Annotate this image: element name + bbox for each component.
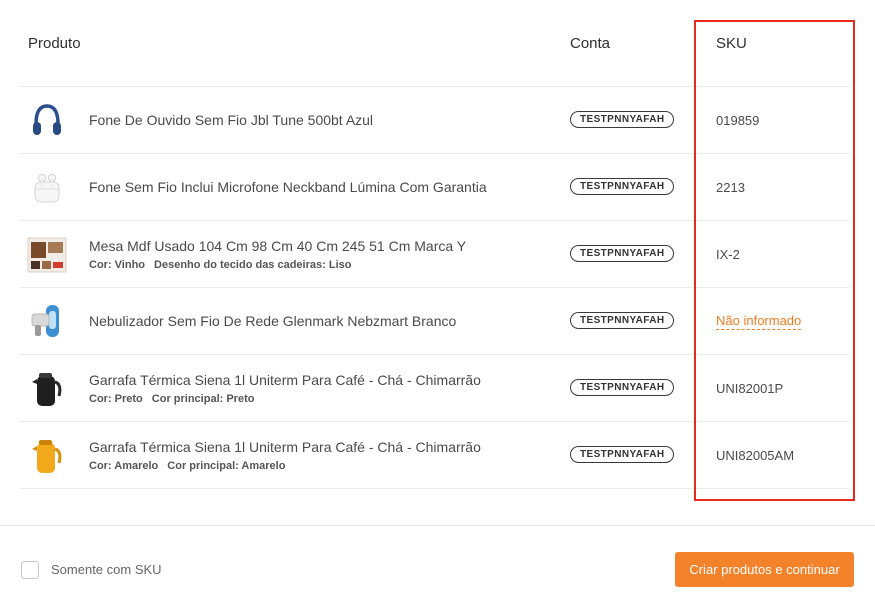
table-row: Mesa Mdf Usado 104 Cm 98 Cm 40 Cm 245 51… (20, 221, 850, 288)
column-header-sku: SKU (716, 35, 747, 52)
sku-value: UNI82005AM (716, 447, 795, 463)
sku-value: IX-2 (716, 246, 740, 262)
product-cell: Nebulizador Sem Fio De Rede Glenmark Neb… (89, 288, 559, 354)
sku-cell: IX-2 (716, 221, 740, 287)
column-header-produto: Produto (28, 35, 81, 52)
product-attribute: Cor: Amarelo (89, 460, 159, 472)
sku-cell: 019859 (716, 87, 759, 153)
products-table: Produto Conta SKU Fone De Ouvido Sem Fio… (20, 0, 850, 489)
sku-cell[interactable]: Não informado (716, 288, 802, 354)
earbuds-icon (26, 167, 68, 209)
sku-cell: UNI82001P (716, 355, 783, 421)
account-badge: TESTPNNYAFAH (570, 178, 675, 195)
product-title: Mesa Mdf Usado 104 Cm 98 Cm 40 Cm 245 51… (89, 238, 467, 254)
table-row: Garrafa Térmica Siena 1l Uniterm Para Ca… (20, 355, 850, 422)
headphones-icon (26, 100, 68, 142)
table-header: Produto Conta SKU (20, 0, 850, 87)
account-badge: TESTPNNYAFAH (570, 446, 675, 463)
product-title: Garrafa Térmica Siena 1l Uniterm Para Ca… (89, 372, 481, 388)
table-body: Fone De Ouvido Sem Fio Jbl Tune 500bt Az… (20, 87, 850, 489)
account-badge: TESTPNNYAFAH (570, 245, 675, 262)
product-cell: Garrafa Térmica Siena 1l Uniterm Para Ca… (89, 355, 559, 421)
only-with-sku-checkbox[interactable] (21, 561, 39, 579)
sku-value: 019859 (716, 112, 760, 128)
only-with-sku-label[interactable]: Somente com SKU (51, 562, 162, 577)
product-title: Nebulizador Sem Fio De Rede Glenmark Neb… (89, 313, 457, 329)
footer-bar: Somente com SKU Criar produtos e continu… (0, 525, 875, 607)
account-badge: TESTPNNYAFAH (570, 312, 675, 329)
account-badge: TESTPNNYAFAH (570, 379, 675, 396)
product-cell: Garrafa Térmica Siena 1l Uniterm Para Ca… (89, 422, 559, 488)
sku-cell: UNI82005AM (716, 422, 794, 488)
sku-cell: 2213 (716, 154, 745, 220)
product-attribute: Cor principal: Preto (151, 393, 255, 405)
product-title: Garrafa Térmica Siena 1l Uniterm Para Ca… (89, 439, 481, 455)
thermos-yellow-icon (26, 435, 68, 477)
nebulizer-icon (26, 301, 68, 343)
table-row: Fone De Ouvido Sem Fio Jbl Tune 500bt Az… (20, 87, 850, 154)
thermos-black-icon (26, 368, 68, 410)
column-header-conta: Conta (570, 35, 611, 52)
create-products-button[interactable]: Criar produtos e continuar (675, 552, 854, 587)
sku-value: UNI82001P (716, 380, 784, 396)
product-cell: Fone Sem Fio Inclui Microfone Neckband L… (89, 154, 559, 220)
product-title: Fone De Ouvido Sem Fio Jbl Tune 500bt Az… (89, 112, 374, 128)
table-row: Nebulizador Sem Fio De Rede Glenmark Neb… (20, 288, 850, 355)
product-attributes: Cor: Amarelo Cor principal: Amarelo (89, 460, 559, 472)
sku-value[interactable]: Não informado (716, 313, 802, 330)
product-attribute: Cor principal: Amarelo (167, 460, 286, 472)
sku-value: 2213 (716, 179, 745, 195)
product-attributes: Cor: Preto Cor principal: Preto (89, 393, 559, 405)
product-attribute: Cor: Preto (89, 393, 143, 405)
account-badge: TESTPNNYAFAH (570, 111, 675, 128)
table-row: Garrafa Térmica Siena 1l Uniterm Para Ca… (20, 422, 850, 489)
product-cell: Mesa Mdf Usado 104 Cm 98 Cm 40 Cm 245 51… (89, 221, 559, 287)
table-row: Fone Sem Fio Inclui Microfone Neckband L… (20, 154, 850, 221)
table-furniture-icon (26, 234, 68, 276)
product-attributes: Cor: Vinho Desenho do tecido das cadeiras… (89, 259, 559, 271)
product-attribute: Cor: Vinho (89, 259, 146, 271)
product-attribute: Desenho do tecido das cadeiras: Liso (154, 259, 352, 271)
product-title: Fone Sem Fio Inclui Microfone Neckband L… (89, 179, 487, 195)
product-cell: Fone De Ouvido Sem Fio Jbl Tune 500bt Az… (89, 87, 559, 153)
